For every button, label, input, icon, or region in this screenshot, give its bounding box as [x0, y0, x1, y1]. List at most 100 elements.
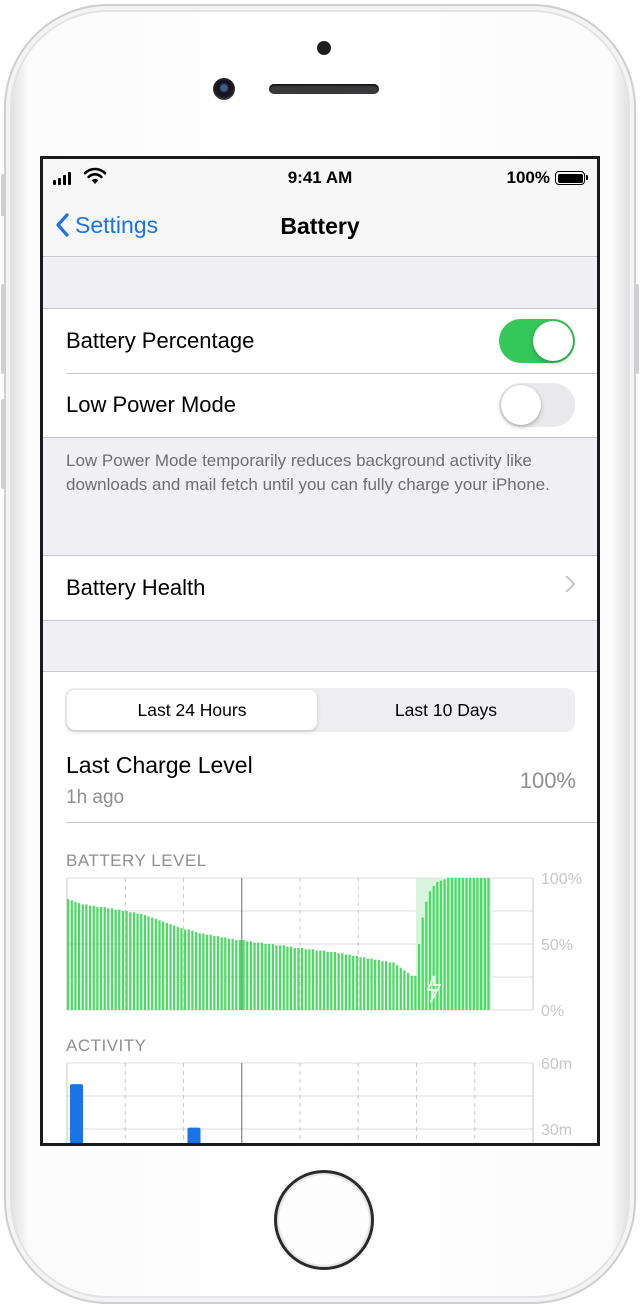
battery-percentage-row: Battery Percentage: [43, 309, 597, 373]
battery-level-bar: [304, 949, 307, 1010]
battery-level-y-ticks: 100% 50% 0%: [541, 871, 582, 1020]
battery-level-bar: [264, 944, 267, 1010]
battery-level-bar: [337, 953, 340, 1010]
battery-level-bar: [114, 909, 117, 1010]
battery-level-y-tick: 0%: [541, 1003, 564, 1020]
battery-level-bar: [348, 954, 351, 1010]
battery-level-bar: [326, 951, 329, 1010]
screen: 9:41 AM 100% Settings Battery Battery Pe…: [40, 156, 600, 1146]
battery-level-bar: [388, 962, 391, 1010]
battery-level-bar: [249, 941, 253, 1010]
battery-level-bar: [315, 950, 318, 1010]
battery-level-bar: [132, 912, 136, 1010]
battery-level-bar: [209, 934, 212, 1010]
home-button[interactable]: [274, 1170, 374, 1270]
battery-level-bar: [224, 937, 227, 1010]
battery-level-bar: [231, 938, 234, 1010]
battery-icon: [555, 171, 588, 185]
battery-level-y-tick: 50%: [541, 937, 573, 954]
battery-level-bar: [275, 945, 278, 1010]
battery-level-bar: [447, 878, 450, 1010]
battery-level-bar: [377, 959, 380, 1010]
battery-level-bar: [238, 940, 242, 1010]
battery-level-bar: [410, 975, 413, 1010]
activity-y-tick: 60m: [541, 1056, 572, 1073]
battery-level-bar: [260, 942, 263, 1010]
battery-health-group: Battery Health: [43, 555, 597, 621]
chevron-right-icon: [558, 575, 576, 593]
battery-level-bar: [392, 962, 395, 1010]
usage-charts: 100% 50% 0% 60m 30m: [66, 871, 582, 1143]
battery-level-bar: [191, 930, 194, 1010]
battery-level-bar: [257, 942, 260, 1010]
battery-level-bar: [355, 955, 359, 1010]
proximity-sensor: [317, 41, 331, 55]
battery-level-bar: [370, 958, 373, 1010]
battery-level-bar: [333, 951, 337, 1010]
battery-level-bar: [176, 926, 179, 1010]
battery-level-bar: [165, 922, 168, 1010]
battery-level-bar: [220, 937, 223, 1010]
battery-level-bar: [205, 934, 209, 1010]
battery-level-bar: [125, 911, 128, 1010]
battery-level-bar: [293, 947, 296, 1010]
battery-usage-section: Last 24 Hours Last 10 Days Last Charge L…: [43, 671, 597, 1143]
battery-level-bar: [363, 957, 366, 1010]
activity-bar: [187, 1127, 201, 1143]
battery-level-bar: [359, 957, 362, 1010]
battery-level-bar: [282, 945, 285, 1010]
battery-level-bar: [99, 907, 103, 1010]
battery-level-bar: [74, 901, 77, 1010]
low-power-mode-row: Low Power Mode: [43, 373, 597, 437]
battery-level-bar: [88, 905, 92, 1010]
battery-level-bar: [406, 973, 410, 1010]
volume-down-button: [1, 399, 5, 489]
battery-level-bar: [439, 880, 443, 1010]
battery-level-bar: [458, 878, 461, 1010]
power-button: [635, 284, 639, 374]
earpiece-speaker: [269, 84, 379, 94]
battery-level-bar: [428, 891, 432, 1010]
battery-level-bar: [92, 905, 95, 1010]
battery-level-bar: [352, 955, 355, 1010]
battery-level-bar: [476, 878, 479, 1010]
battery-level-bar: [118, 909, 121, 1010]
activity-grid: [66, 1062, 534, 1143]
battery-level-bar: [227, 938, 231, 1010]
battery-level-bar: [286, 946, 289, 1010]
battery-level-bar: [279, 945, 282, 1010]
battery-level-bar: [129, 912, 132, 1010]
battery-level-bar: [443, 879, 446, 1010]
battery-percent-label: 100%: [506, 168, 550, 187]
battery-level-bar: [417, 944, 421, 1010]
low-power-footnote: Low Power Mode temporarily reduces backg…: [66, 451, 550, 494]
battery-level-bar: [143, 914, 147, 1010]
battery-level-bar: [461, 878, 465, 1010]
low-power-mode-label: Low Power Mode: [66, 392, 236, 417]
volume-up-button: [1, 284, 5, 374]
activity-bar: [70, 1084, 83, 1143]
battery-level-bar: [403, 970, 406, 1010]
low-power-mode-toggle[interactable]: [499, 383, 575, 427]
battery-level-bar: [472, 878, 475, 1010]
battery-level-bar: [421, 917, 424, 1010]
activity-y-ticks: 60m 30m: [541, 1056, 572, 1139]
battery-level-bar: [151, 917, 154, 1010]
battery-level-bar: [158, 920, 161, 1010]
front-camera: [213, 78, 235, 100]
battery-level-bar: [469, 878, 472, 1010]
battery-level-bar: [202, 933, 205, 1010]
battery-level-bar: [399, 967, 402, 1010]
battery-health-label: Battery Health: [66, 575, 206, 600]
battery-level-bar: [308, 949, 311, 1010]
battery-level-bar: [147, 916, 150, 1010]
battery-level-bar: [480, 878, 483, 1010]
battery-level-bar: [187, 929, 190, 1010]
battery-health-row[interactable]: Battery Health: [43, 556, 597, 620]
battery-percentage-toggle[interactable]: [499, 319, 575, 363]
battery-level-bar: [465, 878, 468, 1010]
toggle-group: Battery Percentage Low Power Mode: [43, 308, 597, 438]
battery-level-bar: [169, 924, 172, 1010]
navigation-bar: Settings Battery: [43, 197, 597, 257]
mute-switch: [1, 174, 5, 216]
